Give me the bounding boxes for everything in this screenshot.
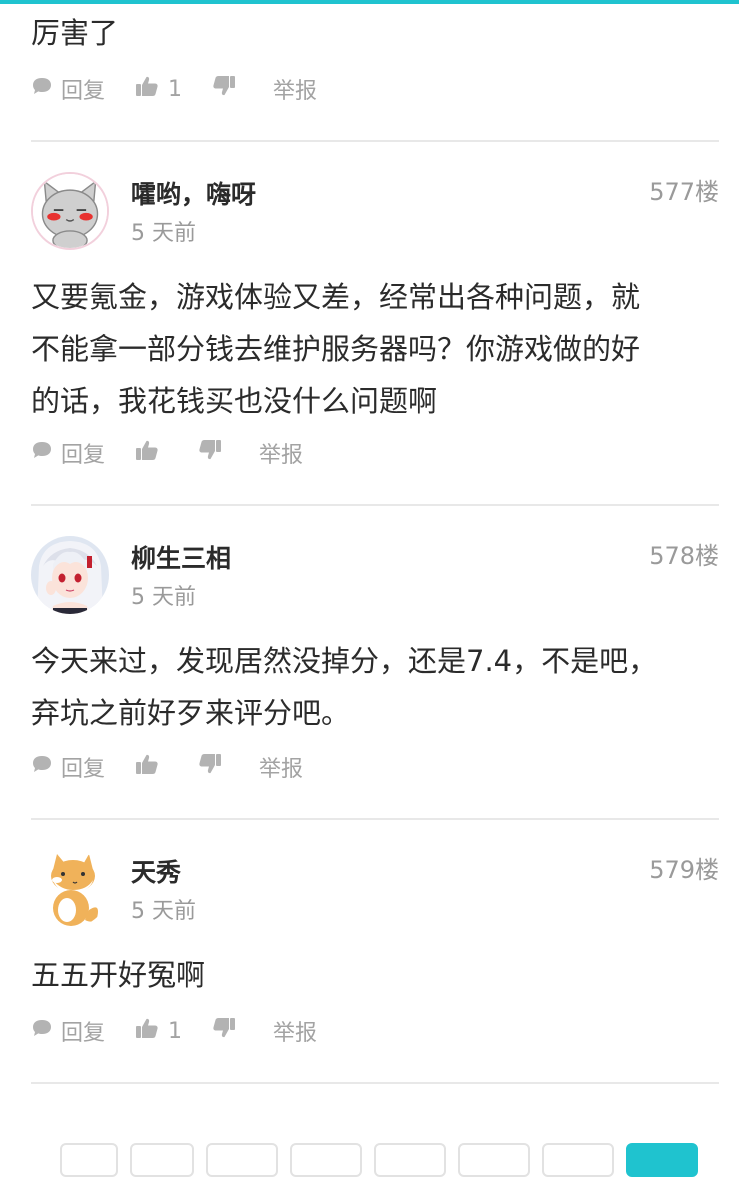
- gray-cat-avatar-icon: [33, 174, 107, 248]
- comment-body: 厉害了: [31, 16, 119, 50]
- floor-number: 577楼: [649, 178, 719, 206]
- dislike-button[interactable]: [212, 75, 236, 103]
- author-name[interactable]: 柳生三相: [131, 544, 231, 574]
- reply-button[interactable]: 回复: [31, 437, 105, 469]
- reply-button[interactable]: 回复: [31, 751, 105, 783]
- comment-line: 五五开好冤啊: [31, 958, 206, 992]
- reply-label: 回复: [61, 443, 106, 468]
- comment-line: 的话，我花钱买也没什么问题啊: [31, 384, 438, 418]
- divider: [31, 504, 719, 506]
- thumbs-up-icon: [135, 439, 159, 467]
- post-time: 5 天前: [131, 585, 196, 610]
- reply-label: 回复: [61, 1021, 106, 1046]
- floor-number: 579楼: [649, 856, 719, 884]
- pagination: [60, 1143, 698, 1177]
- like-button[interactable]: 1: [135, 1017, 182, 1045]
- like-button[interactable]: [135, 439, 168, 467]
- post-time: 5 天前: [131, 221, 196, 246]
- thumbs-down-icon: [198, 439, 222, 467]
- page-button[interactable]: [130, 1143, 194, 1177]
- report-button[interactable]: 举报: [259, 751, 303, 783]
- thumbs-up-icon: [135, 1017, 159, 1045]
- report-button[interactable]: 举报: [273, 73, 317, 105]
- page-button[interactable]: [542, 1143, 614, 1177]
- dislike-button[interactable]: [198, 439, 222, 467]
- reply-label: 回复: [61, 757, 106, 782]
- speech-bubble-icon: [31, 754, 53, 780]
- comment-line: 不能拿一部分钱去维护服务器吗？你游戏做的好: [31, 332, 641, 366]
- comment-line: 又要氪金，游戏体验又差，经常出各种问题，就: [31, 280, 641, 314]
- report-button[interactable]: 举报: [273, 1015, 317, 1047]
- thumbs-down-icon: [212, 75, 236, 103]
- page-button[interactable]: [290, 1143, 362, 1177]
- divider: [31, 140, 719, 142]
- reply-button[interactable]: 回复: [31, 73, 105, 105]
- reply-label: 回复: [61, 79, 106, 104]
- report-button[interactable]: 举报: [259, 437, 303, 469]
- post-time: 5 天前: [131, 899, 196, 924]
- comment-actions: 回复 举报: [31, 752, 303, 782]
- avatar[interactable]: [31, 536, 109, 614]
- shiba-dog-avatar-icon: [31, 850, 109, 928]
- page-button[interactable]: [458, 1143, 530, 1177]
- comment-actions: 回复 举报: [31, 438, 303, 468]
- page-button[interactable]: [60, 1143, 118, 1177]
- speech-bubble-icon: [31, 440, 53, 466]
- divider: [31, 818, 719, 820]
- page-button[interactable]: [206, 1143, 278, 1177]
- comment-body: 五五开好冤啊: [31, 949, 711, 1001]
- avatar[interactable]: [31, 172, 109, 250]
- comment-line: 弃坑之前好歹来评分吧。: [31, 696, 351, 730]
- thumbs-up-icon: [135, 753, 159, 781]
- thumbs-up-icon: [135, 75, 159, 103]
- comment-body: 今天来过，发现居然没掉分，还是7.4，不是吧， 弃坑之前好歹来评分吧。: [31, 635, 711, 739]
- anime-girl-avatar-icon: [31, 536, 109, 614]
- floor-number: 578楼: [649, 542, 719, 570]
- avatar[interactable]: [31, 850, 109, 928]
- like-count: 1: [168, 1018, 183, 1044]
- page-button-current[interactable]: [626, 1143, 698, 1177]
- dislike-button[interactable]: [198, 753, 222, 781]
- like-button[interactable]: 1: [135, 75, 182, 103]
- author-name[interactable]: 嚯哟，嗨呀: [131, 180, 256, 210]
- author-name[interactable]: 天秀: [131, 858, 181, 888]
- top-accent-bar: [0, 0, 739, 4]
- thumbs-down-icon: [212, 1017, 236, 1045]
- comment-body: 又要氪金，游戏体验又差，经常出各种问题，就 不能拿一部分钱去维护服务器吗？你游戏…: [31, 271, 711, 427]
- like-count: 1: [168, 76, 183, 102]
- thumbs-down-icon: [198, 753, 222, 781]
- reply-button[interactable]: 回复: [31, 1015, 105, 1047]
- like-button[interactable]: [135, 753, 168, 781]
- comment-actions: 回复 1 举报: [31, 74, 317, 104]
- speech-bubble-icon: [31, 76, 53, 102]
- comment-actions: 回复 1 举报: [31, 1016, 317, 1046]
- speech-bubble-icon: [31, 1018, 53, 1044]
- page-button[interactable]: [374, 1143, 446, 1177]
- dislike-button[interactable]: [212, 1017, 236, 1045]
- comment-line: 今天来过，发现居然没掉分，还是7.4，不是吧，: [31, 644, 658, 678]
- divider: [31, 1082, 719, 1084]
